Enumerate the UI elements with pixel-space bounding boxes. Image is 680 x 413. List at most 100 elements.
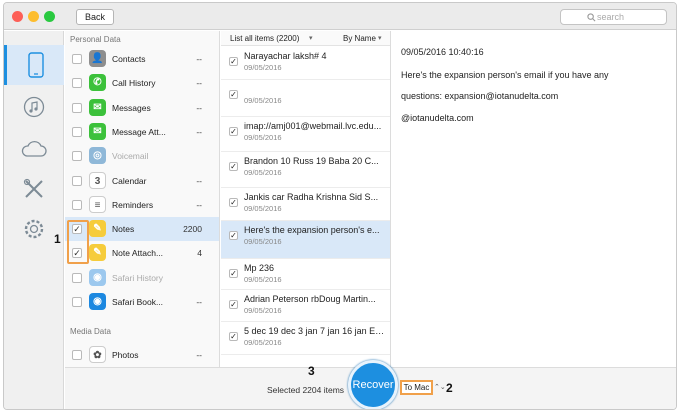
close-window-button[interactable] bbox=[12, 11, 23, 22]
category-count: 2200 bbox=[183, 224, 202, 235]
list-item[interactable]: ✓ Mp 236 09/05/2016 bbox=[221, 259, 390, 290]
annotation-2: 2 bbox=[446, 381, 453, 395]
phone-icon[interactable] bbox=[4, 45, 64, 85]
note-attachment-icon: ✎ bbox=[89, 244, 106, 262]
selected-count: Selected 2204 items bbox=[267, 385, 345, 395]
icon-sidebar bbox=[4, 31, 64, 409]
category-checkbox[interactable] bbox=[72, 78, 82, 89]
category-label: Note Attach... bbox=[112, 248, 164, 259]
back-button[interactable]: Back bbox=[76, 9, 114, 25]
category-checkbox[interactable] bbox=[72, 297, 82, 307]
category-item[interactable]: ◎ Voicemail bbox=[65, 144, 219, 168]
list-item-checkbox[interactable]: ✓ bbox=[229, 90, 238, 99]
app-window: Back search Personal Data 👤 Contacts -- ✆ Ca… bbox=[3, 2, 677, 410]
list-item-checkbox[interactable]: ✓ bbox=[229, 231, 238, 240]
category-item[interactable]: ✉ Messages -- bbox=[65, 96, 219, 120]
list-item[interactable]: ✓ Adrian Peterson rbDoug Martin... 09/05/2… bbox=[221, 290, 390, 322]
chevron-down-icon[interactable]: ▾ bbox=[309, 34, 313, 42]
category-count: -- bbox=[196, 54, 202, 64]
recover-button[interactable]: Recover bbox=[348, 360, 398, 409]
list-item-checkbox[interactable]: ✓ bbox=[229, 162, 238, 171]
music-icon[interactable] bbox=[4, 87, 64, 127]
list-item-checkbox[interactable]: ✓ bbox=[229, 269, 238, 278]
category-item[interactable]: ✉ Message Att... -- bbox=[65, 120, 219, 144]
category-panel: Personal Data 👤 Contacts -- ✆ Call History --… bbox=[65, 31, 220, 367]
category-item[interactable]: 3 Calendar -- bbox=[65, 169, 219, 193]
list-item-checkbox[interactable]: ✓ bbox=[229, 300, 238, 309]
contacts-icon: 👤 bbox=[89, 50, 106, 67]
sort-label[interactable]: By Name bbox=[343, 34, 376, 43]
messages-icon: ✉ bbox=[89, 98, 106, 116]
list-item[interactable]: ✓ 5 dec 19 dec 3 jan 7 jan 16 jan Extra 09… bbox=[221, 322, 390, 355]
media-data-header: Media Data bbox=[70, 327, 111, 336]
search-icon bbox=[587, 13, 596, 22]
category-label: Safari History bbox=[112, 272, 164, 283]
zoom-window-button[interactable] bbox=[44, 11, 55, 22]
list-item-checkbox[interactable]: ✓ bbox=[229, 198, 238, 207]
category-label: Message Att... bbox=[112, 126, 166, 137]
title-bar: Back search bbox=[4, 3, 676, 30]
list-item[interactable]: ✓ Brandon 10 Russ 19 Baba 20 C... 09/05/20… bbox=[221, 152, 390, 188]
category-checkbox[interactable] bbox=[72, 350, 82, 360]
category-item[interactable]: 👤 Contacts -- bbox=[65, 47, 219, 71]
list-item-checkbox[interactable]: ✓ bbox=[229, 332, 238, 341]
minimize-window-button[interactable] bbox=[28, 11, 39, 22]
safari-icon: ◉ bbox=[89, 268, 106, 286]
list-item[interactable]: ✓ 09/05/2016 bbox=[221, 80, 390, 117]
list-item-date: 09/05/2016 bbox=[244, 133, 282, 142]
category-label: Safari Book... bbox=[112, 297, 164, 307]
category-label: Voicemail bbox=[112, 151, 149, 162]
category-checkbox[interactable] bbox=[72, 102, 82, 113]
destination-select[interactable]: To Mac bbox=[400, 380, 433, 395]
list-item-date: 09/05/2016 bbox=[244, 204, 282, 213]
category-item[interactable]: ◉ Safari Book... -- bbox=[65, 290, 219, 314]
list-item-title: Adrian Peterson rbDoug Martin... bbox=[244, 294, 376, 304]
list-item-title: Brandon 10 Russ 19 Baba 20 C... bbox=[244, 156, 379, 166]
voicemail-icon: ◎ bbox=[89, 147, 106, 165]
list-item-title: Narayachar laksh# 4 bbox=[244, 51, 327, 61]
category-checkbox[interactable] bbox=[72, 54, 82, 64]
message-attachment-icon: ✉ bbox=[89, 122, 106, 140]
select-arrows-icon[interactable]: ⌃⌄ bbox=[434, 383, 446, 391]
sort-chevron-icon[interactable]: ▾ bbox=[378, 34, 382, 42]
category-item[interactable]: ◉ Safari History bbox=[65, 266, 219, 290]
list-all-label[interactable]: List all items (2200) bbox=[230, 34, 299, 43]
category-item[interactable]: ✆ Call History -- bbox=[65, 71, 219, 95]
cloud-icon[interactable] bbox=[4, 129, 64, 169]
search-input[interactable]: search bbox=[560, 9, 667, 25]
tools-icon[interactable] bbox=[4, 169, 64, 209]
list-header: List all items (2200) ▾ By Name ▾ bbox=[221, 31, 390, 46]
list-item-checkbox[interactable]: ✓ bbox=[229, 57, 238, 66]
category-checkbox[interactable] bbox=[72, 151, 82, 162]
annotation-3: 3 bbox=[308, 364, 315, 378]
safari-bookmark-icon: ◉ bbox=[89, 293, 106, 310]
list-item[interactable]: ✓ Narayachar laksh# 4 09/05/2016 bbox=[221, 47, 390, 80]
list-item-date: 09/05/2016 bbox=[244, 275, 282, 284]
category-count: -- bbox=[196, 350, 202, 360]
category-checkbox[interactable] bbox=[72, 272, 82, 283]
list-item[interactable]: ✓ imap://amj001@webmail.lvc.edu... 09/05/2… bbox=[221, 117, 390, 152]
list-item-date: 09/05/2016 bbox=[244, 338, 282, 347]
detail-line-3: @iotanudelta.com bbox=[401, 113, 474, 123]
list-item-checkbox[interactable]: ✓ bbox=[229, 127, 238, 136]
list-item-title: Mp 236 bbox=[244, 263, 275, 273]
list-item[interactable]: ✓ Jankis car Radha Krishna Sid S... 09/05/… bbox=[221, 188, 390, 221]
category-checkbox[interactable] bbox=[72, 175, 82, 186]
reminders-icon: ≡ bbox=[89, 195, 106, 213]
checkbox-highlight bbox=[67, 220, 89, 264]
category-checkbox[interactable] bbox=[72, 199, 82, 210]
search-placeholder: search bbox=[597, 12, 625, 22]
photos-icon: ✿ bbox=[89, 346, 106, 363]
category-label: Reminders bbox=[112, 199, 154, 210]
category-label: Calendar bbox=[112, 175, 147, 186]
notes-icon: ✎ bbox=[89, 220, 106, 238]
annotation-1: 1 bbox=[54, 232, 61, 246]
list-item[interactable]: ✓ Here's the expansion person's e... 09/05… bbox=[221, 221, 390, 259]
category-item[interactable]: ≡ Reminders -- bbox=[65, 193, 219, 217]
category-label: Messages bbox=[112, 102, 151, 113]
category-checkbox[interactable] bbox=[72, 126, 82, 137]
category-label: Photos bbox=[112, 350, 139, 360]
list-item-date: 09/05/2016 bbox=[244, 237, 282, 246]
detail-line-2: questions: expansion@iotanudelta.com bbox=[401, 91, 559, 101]
category-item[interactable]: ✿ Photos -- bbox=[65, 343, 219, 367]
